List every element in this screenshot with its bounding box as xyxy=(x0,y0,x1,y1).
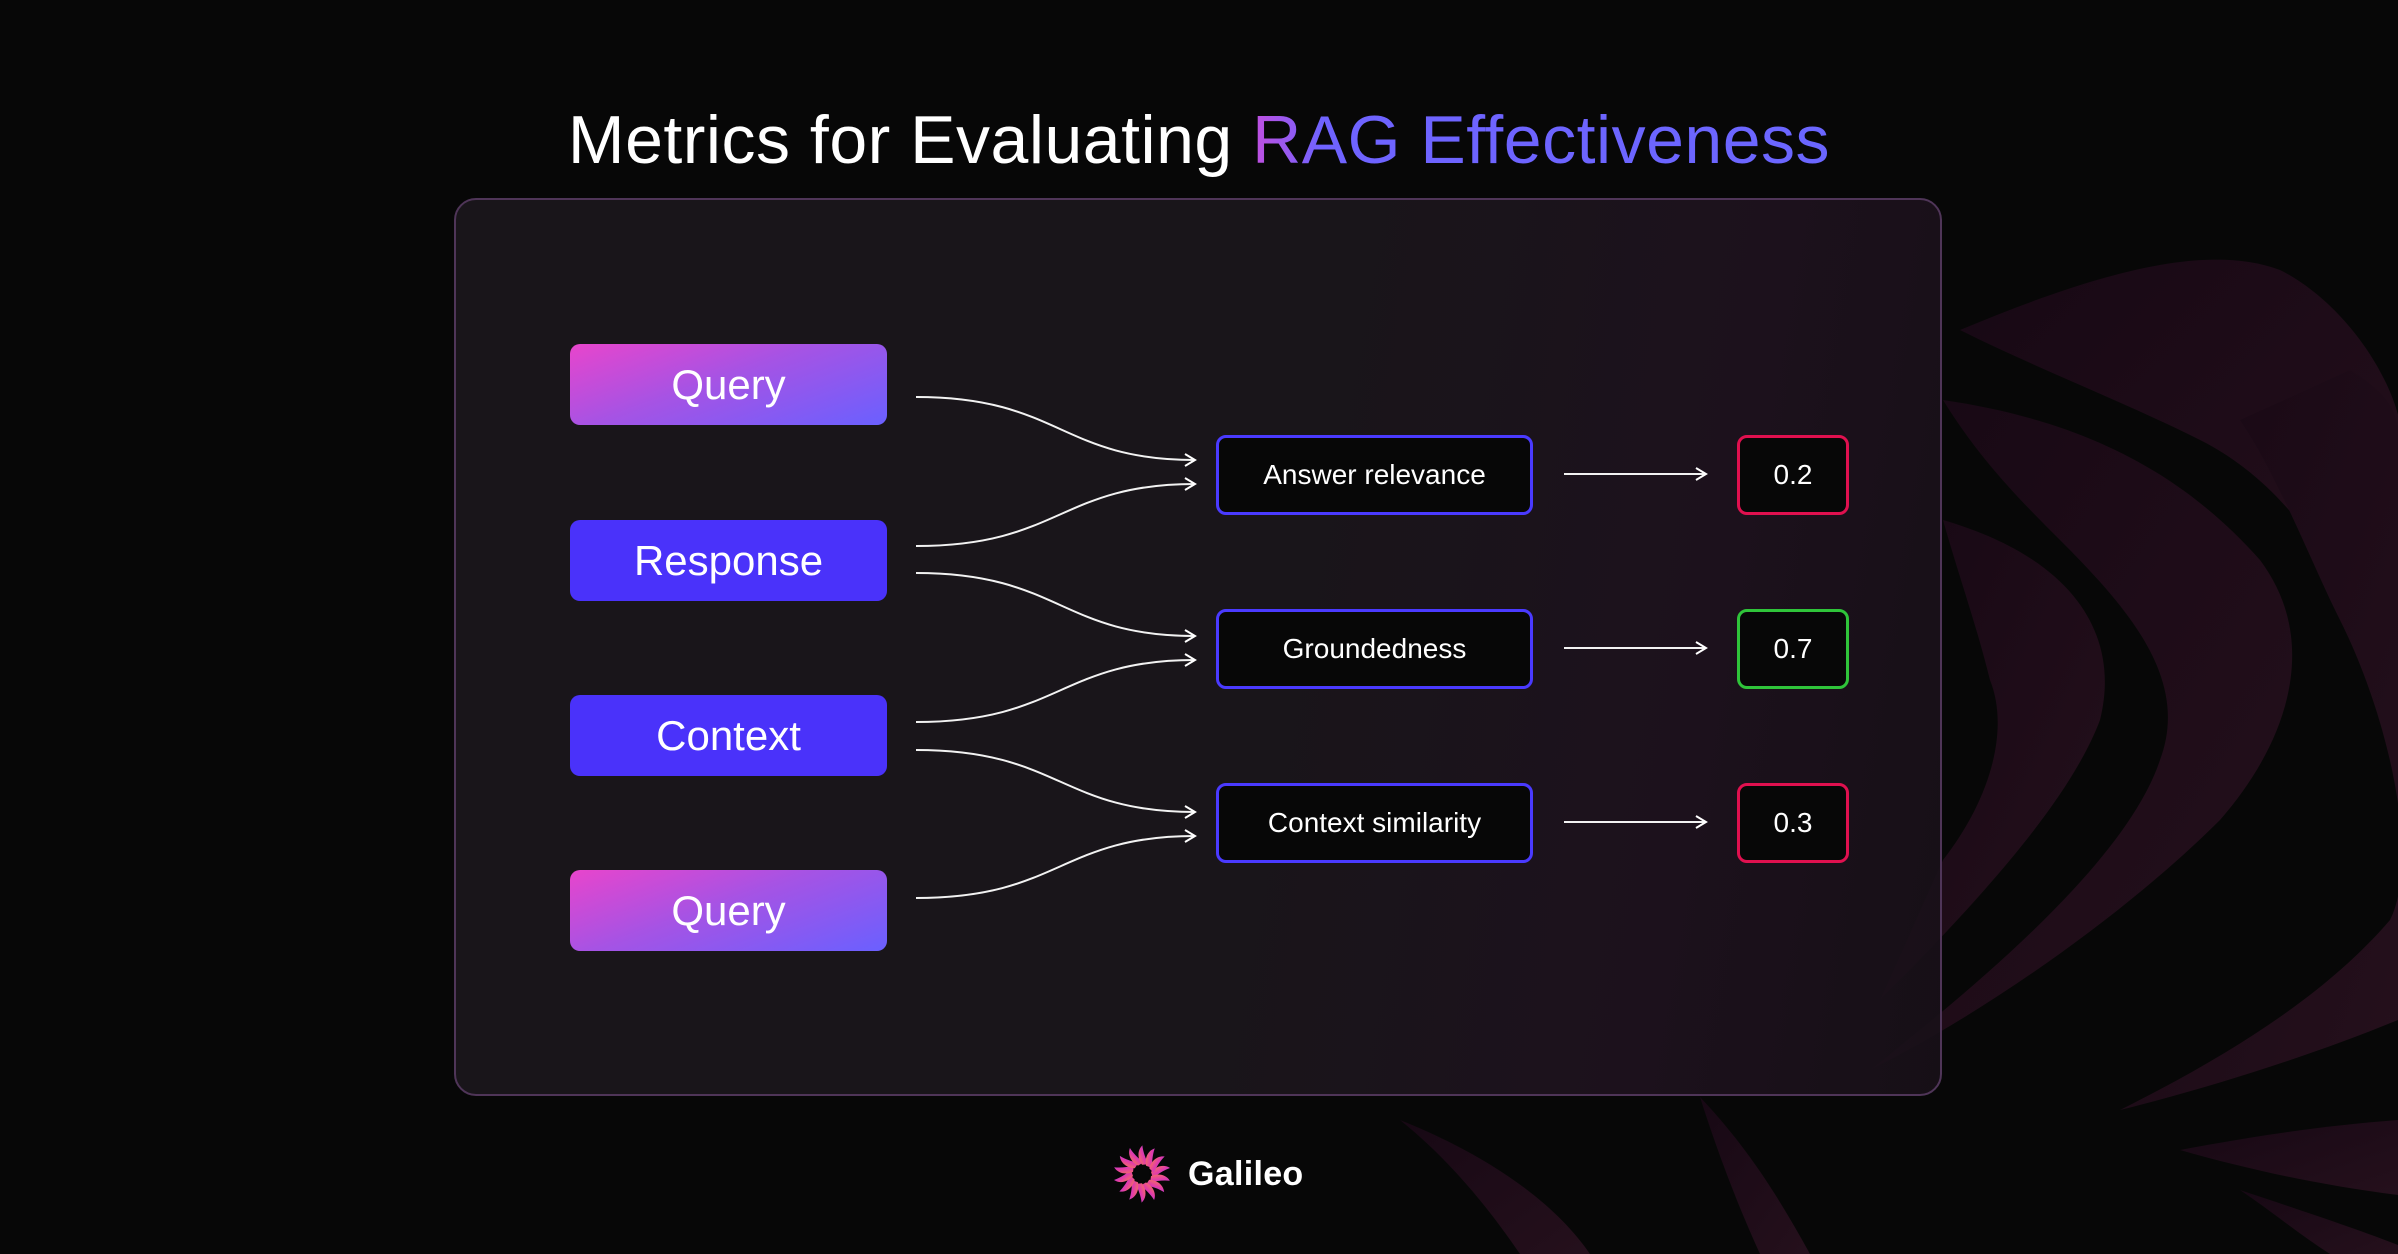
input-context: Context xyxy=(570,695,887,776)
swirl-petal xyxy=(2180,1120,2398,1195)
input-query-2: Query xyxy=(570,870,887,951)
score-context-similarity: 0.3 xyxy=(1737,783,1849,863)
title-prefix: Metrics for Evaluating xyxy=(567,101,1253,178)
galileo-swirl-logo-icon xyxy=(1114,1145,1170,1203)
diagram-panel xyxy=(454,198,1942,1096)
score-value: 0.3 xyxy=(1773,807,1813,838)
metric-label: Answer relevance xyxy=(1263,459,1486,490)
brand-name: Galileo xyxy=(1188,1154,1304,1193)
input-label: Response xyxy=(633,536,824,584)
metric-answer-relevance: Answer relevance xyxy=(1216,435,1533,515)
brand-logo: Galileo xyxy=(1112,1144,1303,1204)
input-label: Query xyxy=(671,886,786,934)
swirl-petal xyxy=(1700,1097,1810,1254)
title-accent: RAG Effectiveness xyxy=(1252,101,1831,178)
input-response: Response xyxy=(570,520,887,601)
input-query: Query xyxy=(570,344,887,425)
swirl-petal xyxy=(1400,1120,1590,1254)
metric-label: Context similarity xyxy=(1267,807,1482,838)
score-value: 0.2 xyxy=(1773,459,1813,490)
metric-label: Groundedness xyxy=(1282,633,1467,664)
metric-groundedness: Groundedness xyxy=(1216,609,1533,689)
input-label: Context xyxy=(656,711,801,759)
score-answer-relevance: 0.2 xyxy=(1737,435,1849,515)
swirl-petal xyxy=(2240,1190,2398,1254)
score-groundedness: 0.7 xyxy=(1737,609,1849,689)
input-label: Query xyxy=(671,360,786,408)
metric-context-similarity: Context similarity xyxy=(1216,783,1533,863)
score-value: 0.7 xyxy=(1773,633,1813,664)
page-title: Metrics for Evaluating RAG Effectiveness xyxy=(0,98,2398,182)
